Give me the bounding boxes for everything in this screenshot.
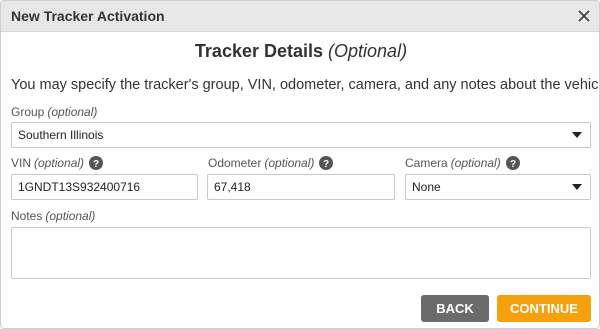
vin-label-text: VIN xyxy=(11,156,32,170)
dialog-title: New Tracker Activation xyxy=(11,8,165,24)
odometer-label: Odometer (optional) ? xyxy=(208,156,334,170)
group-label-text: Group xyxy=(11,105,45,119)
notes-optional-text: (optional) xyxy=(45,209,96,223)
dialog-titlebar: New Tracker Activation xyxy=(1,1,599,32)
vin-input[interactable]: 1GNDT13S932400716 xyxy=(11,174,198,200)
section-heading: Tracker Details (Optional) xyxy=(1,41,599,62)
tracker-activation-dialog: New Tracker Activation Tracker Details (… xyxy=(0,0,600,329)
notes-label-text: Notes xyxy=(11,209,43,223)
group-value: Southern Illinois xyxy=(18,128,104,142)
notes-label: Notes (optional) xyxy=(11,209,95,223)
heading-optional: (Optional) xyxy=(328,41,408,61)
caret-down-icon xyxy=(572,184,582,190)
odometer-input[interactable]: 67,418 xyxy=(207,174,395,200)
vin-value: 1GNDT13S932400716 xyxy=(18,180,141,194)
vin-optional-text: (optional) xyxy=(34,156,85,170)
continue-button[interactable]: CONTINUE xyxy=(497,295,591,322)
odometer-value: 67,418 xyxy=(214,180,251,194)
camera-optional-text: (optional) xyxy=(450,156,501,170)
svg-text:?: ? xyxy=(93,159,99,170)
svg-text:?: ? xyxy=(510,159,516,170)
help-circle-icon[interactable]: ? xyxy=(505,156,520,170)
notes-textarea[interactable] xyxy=(11,227,591,279)
caret-down-icon xyxy=(572,132,582,138)
back-button[interactable]: BACK xyxy=(421,295,489,322)
svg-text:?: ? xyxy=(323,159,329,170)
group-select[interactable]: Southern Illinois xyxy=(11,122,591,148)
heading-main: Tracker Details xyxy=(194,41,324,61)
camera-label: Camera (optional) ? xyxy=(405,156,520,170)
odometer-label-text: Odometer xyxy=(208,156,262,170)
vin-label: VIN (optional) ? xyxy=(11,156,104,170)
odometer-optional-text: (optional) xyxy=(264,156,315,170)
camera-value: None xyxy=(412,180,441,194)
description-text: You may specify the tracker's group, VIN… xyxy=(11,77,600,93)
group-optional-text: (optional) xyxy=(47,105,98,119)
camera-select[interactable]: None xyxy=(405,174,591,200)
close-icon[interactable] xyxy=(573,5,595,27)
camera-label-text: Camera xyxy=(405,156,448,170)
help-circle-icon[interactable]: ? xyxy=(89,156,104,170)
group-label: Group (optional) xyxy=(11,105,97,119)
help-circle-icon[interactable]: ? xyxy=(319,156,334,170)
